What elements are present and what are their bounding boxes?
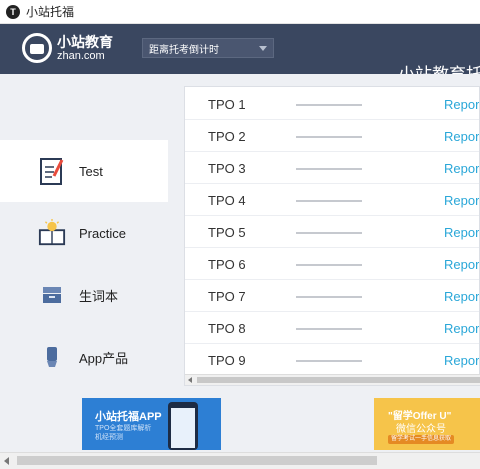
sidebar-item-vocabulary[interactable]: 生词本: [0, 264, 168, 326]
app-logo-icon: T: [6, 4, 20, 19]
tpo-name: TPO 5: [208, 225, 246, 240]
table-row: TPO 3 Report: [185, 152, 479, 184]
report-link[interactable]: Report: [444, 289, 479, 304]
sidebar-item-practice[interactable]: Practice: [0, 202, 168, 264]
app-badge-icon: [38, 342, 66, 372]
tpo-name: TPO 2: [208, 129, 246, 144]
progress-bar: [296, 296, 362, 298]
table-row: TPO 4 Report: [185, 184, 479, 216]
progress-bar: [296, 264, 362, 266]
app-promo-banner[interactable]: 小站托福APP TPO全套题库解析 机经预测: [82, 398, 221, 450]
chat-bubble-logo-icon: [22, 33, 52, 63]
sidebar-item-app-products[interactable]: App产品: [0, 326, 168, 388]
brand-text: 小站教育 zhan.com: [57, 33, 113, 62]
tpo-name: TPO 3: [208, 161, 246, 176]
tpo-list-panel: TPO 1 Report TPO 2 Report TPO 3 Report T…: [184, 86, 480, 386]
table-row: TPO 5 Report: [185, 216, 479, 248]
sidebar-item-label: Test: [79, 163, 103, 179]
report-link[interactable]: Report: [444, 129, 479, 144]
list-horizontal-scrollbar[interactable]: [185, 374, 480, 385]
phone-illustration-icon: [168, 402, 198, 450]
wechat-banner-subtitle: 微信公众号: [396, 424, 446, 435]
brand-logo: 小站教育 zhan.com: [22, 33, 113, 63]
tpo-name: TPO 9: [208, 353, 246, 368]
table-row: TPO 6 Report: [185, 248, 479, 280]
report-link[interactable]: Report: [444, 321, 479, 336]
scroll-left-arrow-icon[interactable]: [188, 377, 192, 383]
app-banner-line2: 机经预测: [95, 434, 123, 441]
sidebar-item-test[interactable]: Test: [0, 140, 168, 202]
report-link[interactable]: Report: [444, 225, 479, 240]
sidebar-item-label: Practice: [79, 225, 126, 241]
report-link[interactable]: Report: [444, 161, 479, 176]
countdown-dropdown[interactable]: 距离托考倒计时: [142, 38, 274, 58]
report-link[interactable]: Report: [444, 257, 479, 272]
progress-bar: [296, 104, 362, 106]
wechat-banner-pill: 留学考试一手信息获取: [388, 435, 454, 444]
report-link[interactable]: Report: [444, 193, 479, 208]
scroll-left-arrow-icon[interactable]: [4, 457, 9, 465]
window-title: 小站托福: [26, 5, 75, 19]
table-row: TPO 2 Report: [185, 120, 479, 152]
app-banner-title: 小站托福APP: [95, 411, 162, 423]
table-row: TPO 1 Report: [185, 88, 479, 120]
sidebar-item-label: App产品: [79, 350, 129, 366]
sidebar-nav: Test Practice 生词本 App产品: [0, 74, 168, 390]
scrollbar-thumb[interactable]: [197, 377, 480, 383]
chevron-down-icon: [259, 45, 267, 51]
test-checklist-icon: [38, 156, 66, 186]
report-link[interactable]: Report: [444, 97, 479, 112]
progress-bar: [296, 168, 362, 170]
sidebar-item-label: 生词本: [79, 288, 119, 304]
tpo-name: TPO 6: [208, 257, 246, 272]
progress-bar: [296, 200, 362, 202]
tpo-name: TPO 4: [208, 193, 246, 208]
table-row: TPO 7 Report: [185, 280, 479, 312]
table-row: TPO 9 Report: [185, 344, 479, 376]
report-link[interactable]: Report: [444, 353, 479, 368]
brand-name-cn: 小站教育: [57, 33, 113, 50]
table-row: TPO 8 Report: [185, 312, 479, 344]
tpo-name: TPO 1: [208, 97, 246, 112]
progress-bar: [296, 328, 362, 330]
progress-bar: [296, 232, 362, 234]
window-horizontal-scrollbar[interactable]: [0, 452, 480, 469]
word-box-icon: [38, 280, 66, 310]
scrollbar-thumb[interactable]: [17, 456, 377, 465]
progress-bar: [296, 136, 362, 138]
progress-bar: [296, 360, 362, 362]
wechat-promo-banner[interactable]: "留学Offer U" 微信公众号 留学考试一手信息获取: [374, 398, 480, 450]
countdown-dropdown-label: 距离托考倒计时: [149, 44, 219, 56]
brand-domain: zhan.com: [57, 49, 105, 62]
lightbulb-book-icon: [38, 218, 66, 248]
tpo-name: TPO 7: [208, 289, 246, 304]
tpo-name: TPO 8: [208, 321, 246, 336]
window-titlebar: T 小站托福: [0, 0, 480, 24]
